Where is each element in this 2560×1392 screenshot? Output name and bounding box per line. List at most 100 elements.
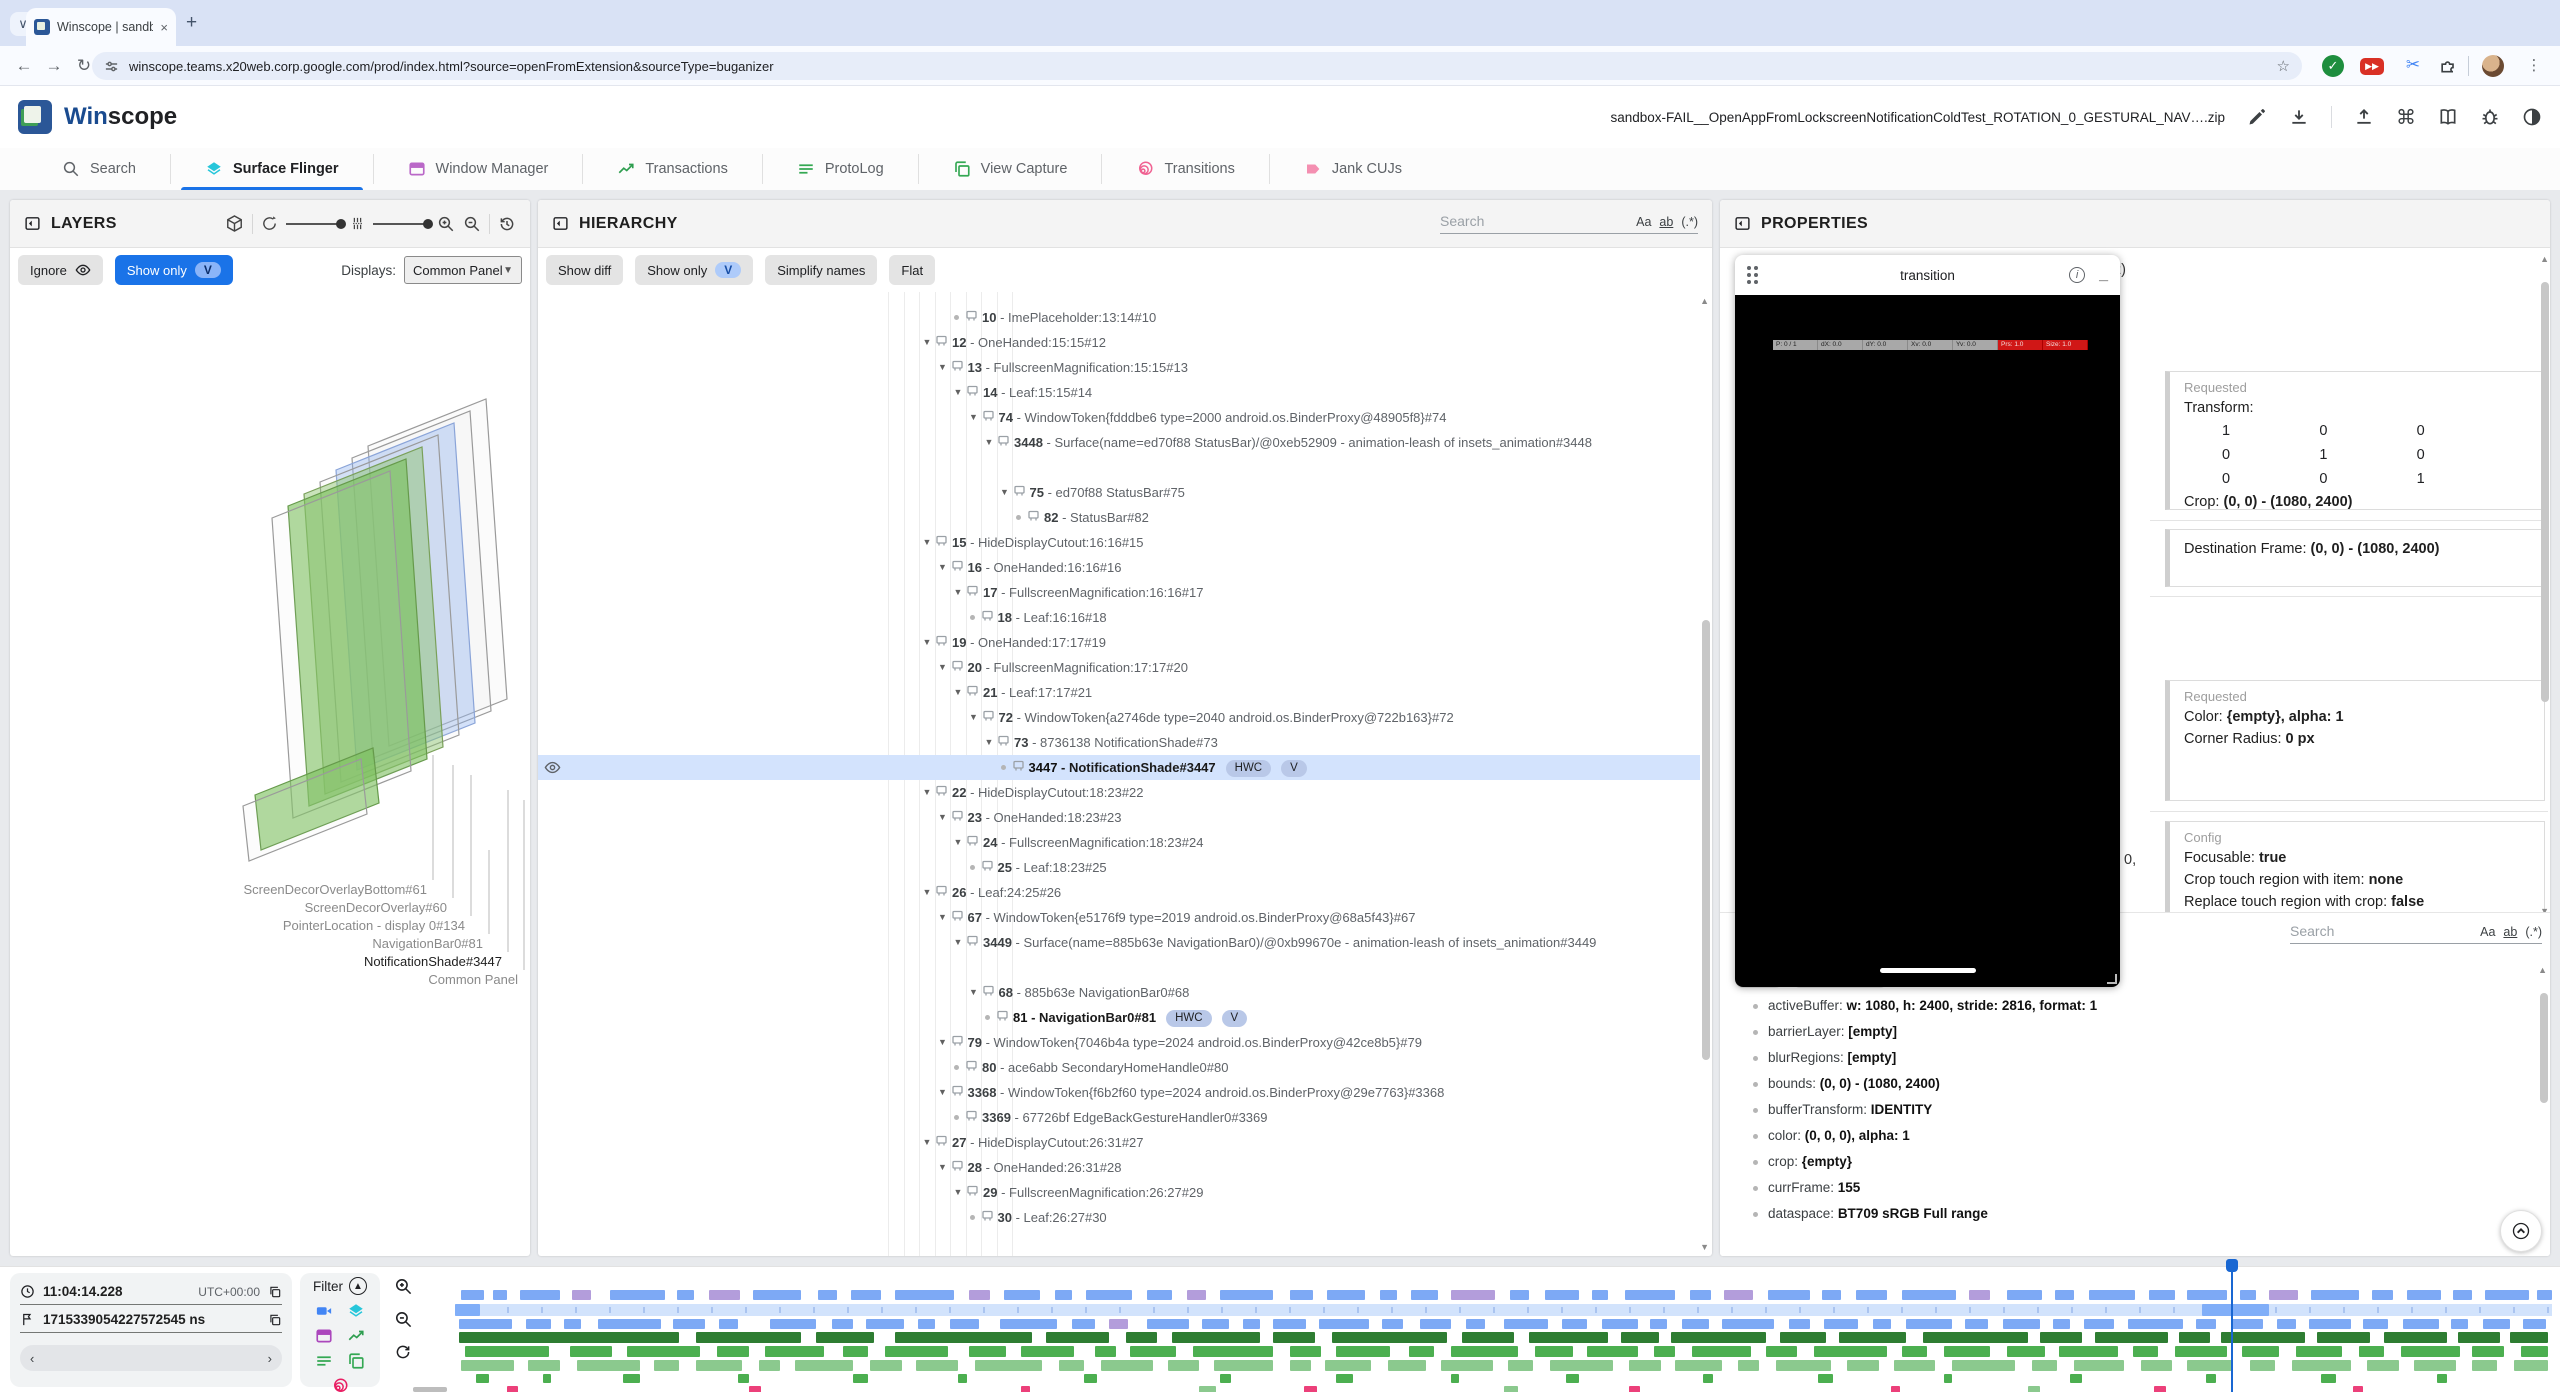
trace-entry-segment[interactable] [2510,1332,2548,1343]
trace-entry-segment[interactable] [526,1319,551,1329]
trace-entry-segment[interactable] [677,1290,694,1300]
trace-entry-segment[interactable] [2521,1346,2548,1357]
resize-handle[interactable] [2107,974,2117,984]
expander-icon[interactable]: ▼ [998,480,1012,505]
trace-entry-segment[interactable] [1202,1319,1229,1329]
trace-entry-segment[interactable] [1327,1290,1365,1300]
scroll-to-top-button[interactable] [2500,1210,2542,1252]
trace-entry-segment[interactable] [1466,1319,1485,1329]
extension-scissors-icon[interactable]: ✂ [2402,55,2424,77]
expander-icon[interactable]: ▼ [951,380,965,405]
trace-entry-segment[interactable] [2309,1319,2351,1329]
hierarchy-row[interactable]: ▼22 - HideDisplayCutout:18:23#22 [538,780,1700,805]
minimize-icon[interactable]: _ [2099,266,2108,284]
trace-entry-segment[interactable] [2269,1290,2298,1300]
show-diff-chip[interactable]: Show diff [546,255,623,285]
hierarchy-row[interactable]: ▼28 - OneHanded:26:31#28 [538,1155,1700,1180]
trace-entry-segment[interactable] [2453,1290,2472,1300]
trace-entry-segment[interactable] [950,1319,979,1329]
trace-entry-segment[interactable] [1290,1360,1311,1371]
hierarchy-row[interactable]: ▼17 - FullscreenMagnification:16:16#17 [538,580,1700,605]
hierarchy-row[interactable]: 3447 - NotificationShade#3447HWCV [538,755,1700,780]
trace-entry-segment[interactable] [1504,1319,1548,1329]
trace-entry-segment[interactable] [2179,1332,2210,1343]
trace-entry-segment[interactable] [2523,1319,2546,1329]
trace-entry-segment[interactable] [1072,1319,1095,1329]
trace-entry-segment[interactable] [2040,1332,2082,1343]
extension-video-icon[interactable]: ▶▶ [2360,55,2382,77]
trace-entry-segment[interactable] [520,1290,560,1300]
trace-entry-segment[interactable] [1535,1346,1573,1357]
profile-avatar[interactable] [2482,55,2504,77]
expander-icon[interactable]: ▼ [936,1080,950,1105]
trace-entry-segment[interactable] [1550,1360,1613,1371]
hierarchy-row[interactable]: 80 - ace6abb SecondaryHomeHandle0#80 [538,1055,1700,1080]
trace-entry-segment[interactable] [2154,1386,2167,1392]
tab-protolog[interactable]: ProtoLog [763,148,918,190]
trace-entry-segment[interactable] [1766,1346,1797,1357]
zoom-in-icon[interactable] [437,215,455,233]
trace-entry-segment[interactable] [2292,1360,2351,1371]
trace-entry-segment[interactable] [543,1374,551,1383]
trace-entry-segment[interactable] [493,1290,508,1300]
trace-entry-segment[interactable] [1187,1290,1206,1300]
hierarchy-row[interactable]: 10 - ImePlaceholder:13:14#10 [538,305,1700,330]
property-row[interactable]: bounds: (0, 0) - (1080, 2400) [1720,1071,2536,1097]
trace-entry-segment[interactable] [2059,1346,2118,1357]
trace-entry-segment[interactable] [1411,1290,1438,1300]
spacing-icon[interactable] [350,215,365,232]
trace-entry-segment[interactable] [1130,1346,1176,1357]
trace-entry-segment[interactable] [461,1290,484,1300]
property-row[interactable]: color: (0, 0, 0), alpha: 1 [1720,1123,2536,1149]
transition-overlay-card[interactable]: transition i _ P: 0 / 1dX: 0.0dY: 0.0Xv:… [1735,255,2120,987]
hierarchy-row[interactable]: ▼12 - OneHanded:15:15#12 [538,330,1700,355]
show-only-v-chip[interactable]: Show only V [115,255,233,285]
layer-label[interactable]: NotificationShade#3447 [364,954,502,969]
trace-toggle-lines[interactable] [315,1352,333,1370]
expander-icon[interactable]: ▼ [967,705,981,730]
trace-entry-segment[interactable] [1451,1374,1459,1383]
eye-icon[interactable] [544,759,561,776]
scroll-up-icon[interactable]: ▲ [2538,965,2547,975]
expander-icon[interactable]: ▼ [951,580,965,605]
trace-entry-segment[interactable] [765,1346,824,1357]
trace-entry-segment[interactable] [1629,1386,1639,1392]
hierarchy-row[interactable]: ▼19 - OneHanded:17:17#19 [538,630,1700,655]
shortcuts-icon[interactable]: ⌘ [2396,105,2416,130]
trace-entry-segment[interactable] [1172,1332,1260,1343]
trace-entry-segment[interactable] [895,1332,1031,1343]
trace-entry-segment[interactable] [2095,1332,2168,1343]
trace-entry-segment[interactable] [570,1346,612,1357]
trace-entry-segment[interactable] [719,1319,738,1329]
collapse-panel-icon[interactable] [24,215,41,232]
hierarchy-row[interactable]: ▼68 - 885b63e NavigationBar0#68 [538,980,1700,1005]
drag-handle-icon[interactable] [1747,266,1758,284]
trace-entry-segment[interactable] [1675,1360,1721,1371]
trace-entry-segment[interactable] [2537,1290,2552,1300]
trace-entry-segment[interactable] [2089,1290,2135,1300]
trace-entry-segment[interactable] [2149,1290,2174,1300]
layers-3d-canvas[interactable]: ScreenDecorOverlayBottom#61ScreenDecorOv… [10,292,530,1256]
back-icon[interactable]: ← [12,54,36,78]
trace-entry-segment[interactable] [1220,1290,1272,1300]
hierarchy-row[interactable]: ▼26 - Leaf:24:25#26 [538,880,1700,905]
trace-entry-segment[interactable] [1566,1374,1579,1383]
trace-entry-segment[interactable] [1818,1374,1833,1383]
expander-icon[interactable]: ▼ [936,355,950,380]
nanosecond-field[interactable]: 1715339054227572545 ns [20,1307,282,1333]
collapse-filter-icon[interactable]: ▲ [349,1277,367,1295]
trace-entry-segment[interactable] [2003,1319,2041,1329]
trace-entry-segment[interactable] [1621,1332,1659,1343]
expander-icon[interactable]: ▼ [920,780,934,805]
trace-entry-segment[interactable] [1336,1346,1391,1357]
trace-entry-segment[interactable] [1780,1332,1826,1343]
trace-entry-segment[interactable] [1168,1360,1199,1371]
tab-surface-flinger[interactable]: Surface Flinger [171,148,373,190]
trace-entry-segment[interactable] [1109,1319,1128,1329]
trace-entry-segment[interactable] [1902,1290,1957,1300]
hierarchy-row[interactable]: ▼3368 - WindowToken{f6b2f60 type=2024 an… [538,1080,1700,1105]
hierarchy-row[interactable]: ▼72 - WindowToken{a2746de type=2040 andr… [538,705,1700,730]
trace-entry-segment[interactable] [1902,1346,1927,1357]
trace-entry-segment[interactable] [816,1332,875,1343]
trace-entry-segment[interactable] [696,1332,801,1343]
